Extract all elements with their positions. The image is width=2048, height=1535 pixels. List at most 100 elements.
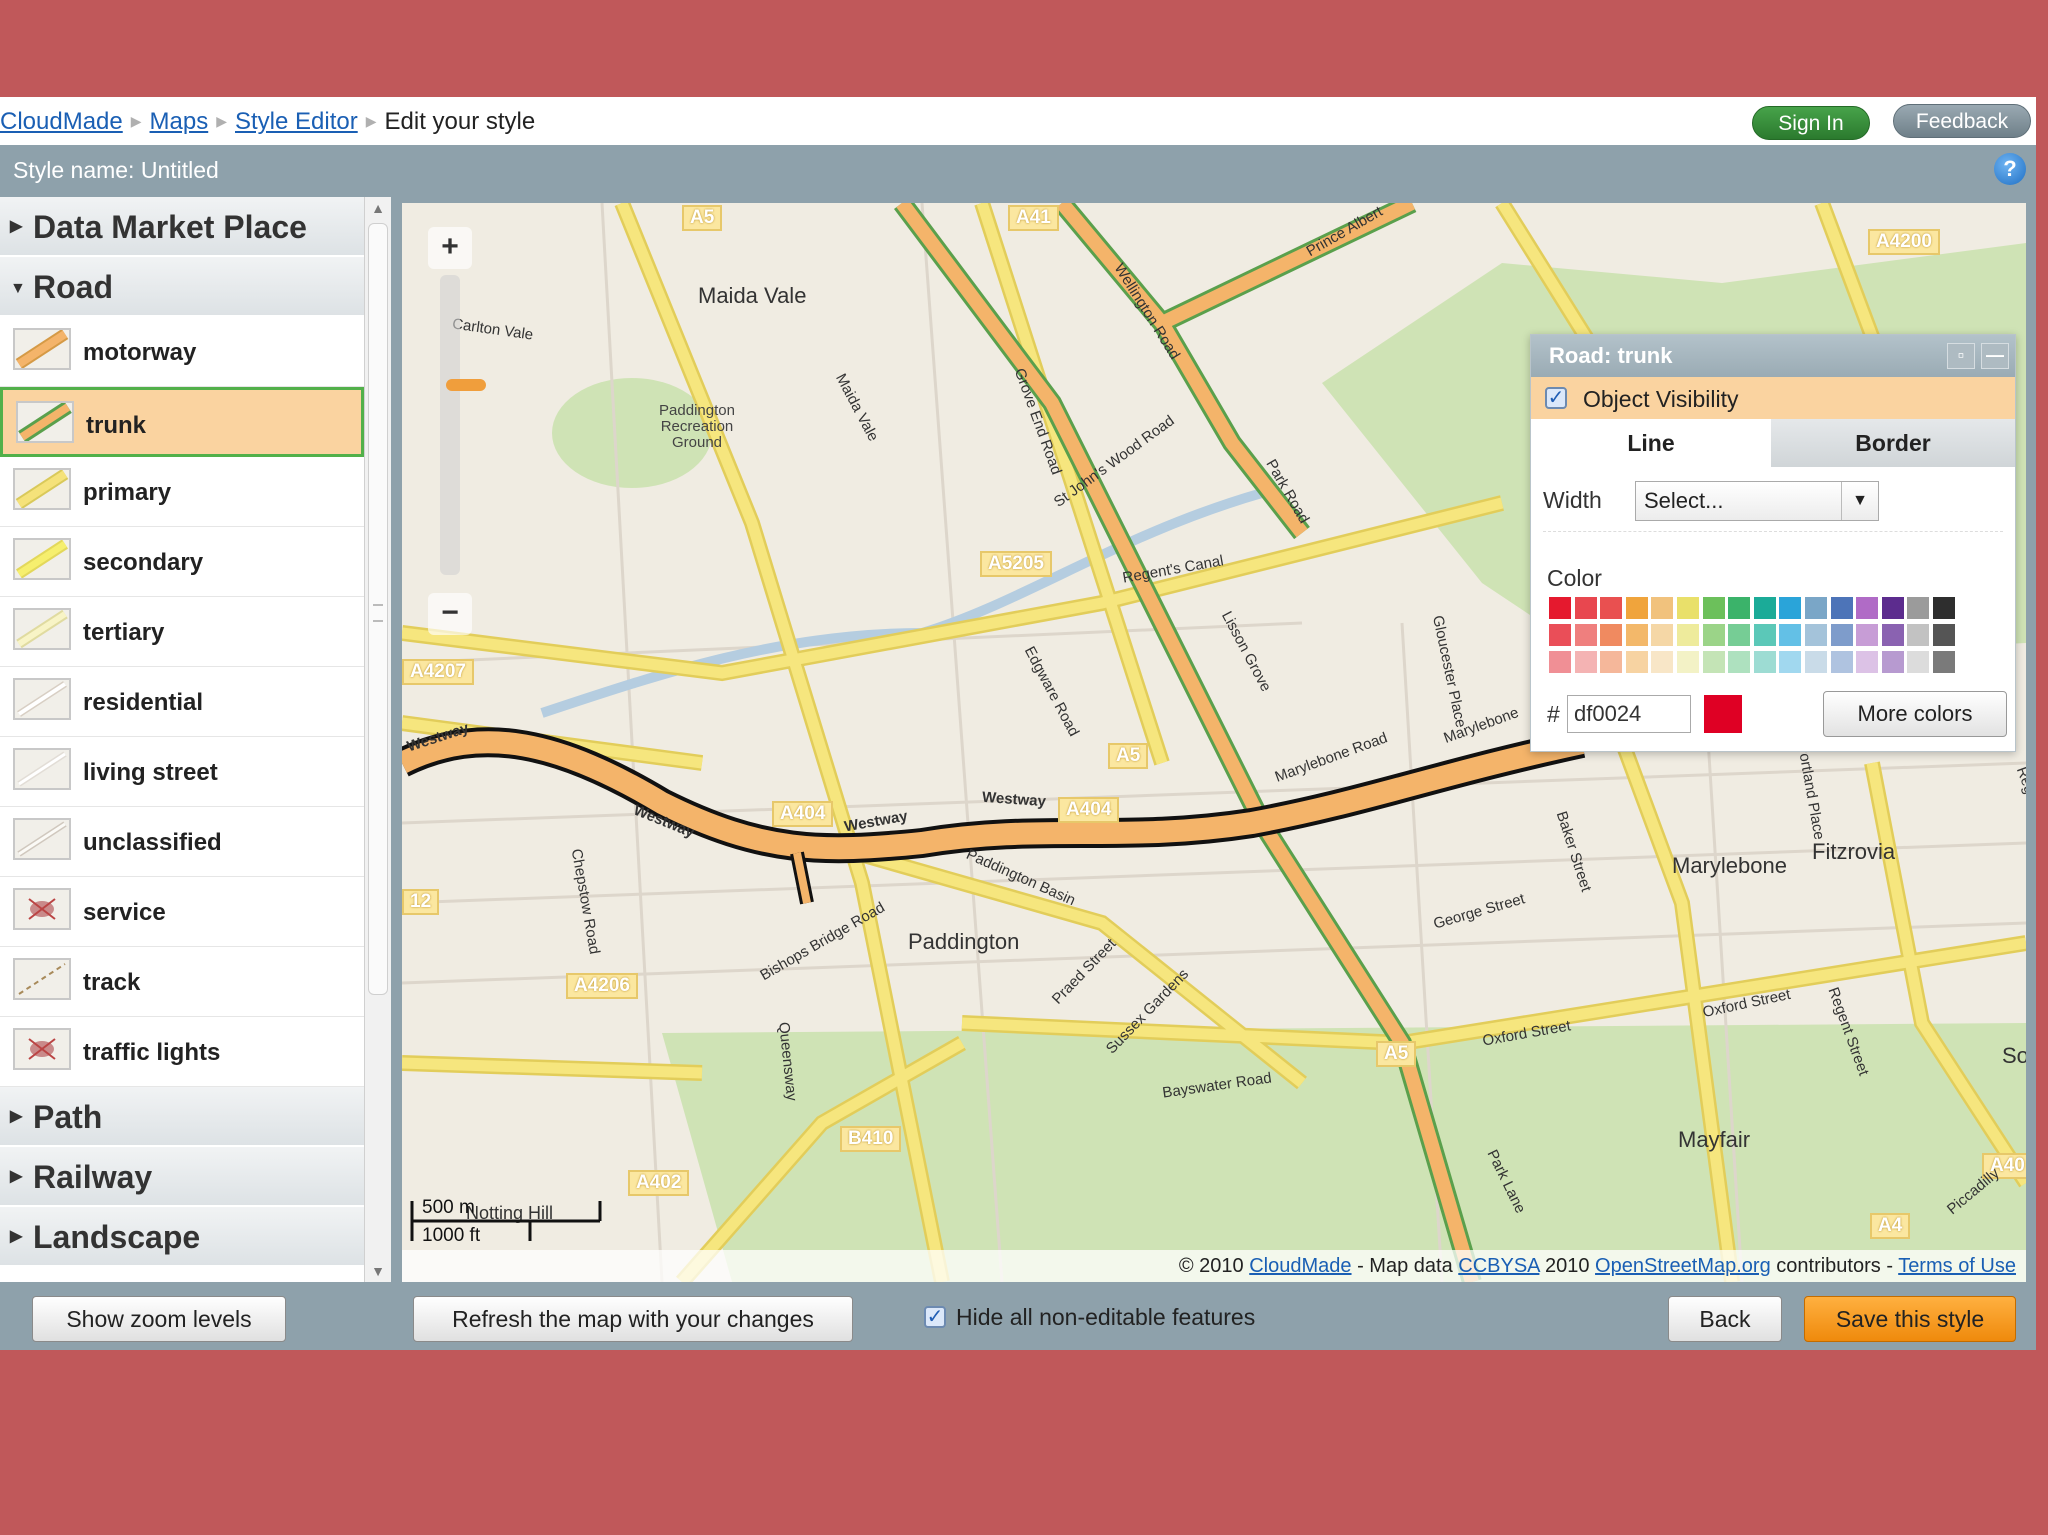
road-item-residential[interactable]: residential bbox=[0, 667, 364, 737]
palette-color-cell[interactable] bbox=[1753, 624, 1776, 646]
palette-color-cell[interactable] bbox=[1651, 651, 1674, 673]
palette-color-cell[interactable] bbox=[1651, 597, 1674, 619]
palette-color-cell[interactable] bbox=[1881, 624, 1904, 646]
road-shield: A404 bbox=[772, 801, 834, 827]
palette-color-cell[interactable] bbox=[1574, 624, 1597, 646]
category-railway[interactable]: ▶ Railway bbox=[0, 1147, 364, 1207]
palette-color-cell[interactable] bbox=[1753, 651, 1776, 673]
palette-color-cell[interactable] bbox=[1907, 651, 1930, 673]
palette-color-cell[interactable] bbox=[1677, 624, 1699, 646]
palette-color-cell[interactable] bbox=[1600, 597, 1623, 619]
palette-color-cell[interactable] bbox=[1728, 597, 1751, 619]
hide-non-editable-checkbox[interactable]: ✓ bbox=[924, 1306, 946, 1328]
tab-line[interactable]: Line bbox=[1531, 419, 1771, 467]
map-view[interactable]: A5 A41 A4200 A5205 A4207 A404 A404 A5 A4… bbox=[402, 203, 2026, 1282]
palette-color-cell[interactable] bbox=[1856, 597, 1879, 619]
palette-color-cell[interactable] bbox=[1933, 624, 1955, 646]
openstreetmap-link[interactable]: OpenStreetMap.org bbox=[1595, 1255, 1771, 1277]
palette-color-cell[interactable] bbox=[1805, 624, 1827, 646]
palette-color-cell[interactable] bbox=[1881, 597, 1904, 619]
palette-color-cell[interactable] bbox=[1933, 651, 1955, 673]
road-item-track[interactable]: track bbox=[0, 947, 364, 1017]
breadcrumb-cloudmade[interactable]: CloudMade bbox=[0, 108, 123, 135]
palette-color-cell[interactable] bbox=[1549, 624, 1571, 646]
scrollbar-thumb[interactable] bbox=[368, 223, 388, 995]
help-icon[interactable]: ? bbox=[1994, 153, 2026, 185]
palette-color-cell[interactable] bbox=[1574, 597, 1597, 619]
minimize-icon[interactable]: — bbox=[1981, 343, 2009, 369]
category-data-market-place[interactable]: ▶ Data Market Place bbox=[0, 197, 364, 257]
road-item-primary[interactable]: primary bbox=[0, 457, 364, 527]
palette-color-cell[interactable] bbox=[1574, 651, 1597, 673]
more-colors-button[interactable]: More colors bbox=[1823, 691, 2007, 737]
palette-color-cell[interactable] bbox=[1856, 651, 1879, 673]
scroll-up-icon[interactable]: ▲ bbox=[365, 197, 391, 219]
palette-color-cell[interactable] bbox=[1549, 597, 1571, 619]
palette-color-cell[interactable] bbox=[1728, 651, 1751, 673]
back-button[interactable]: Back bbox=[1668, 1296, 1782, 1342]
tab-border[interactable]: Border bbox=[1771, 419, 2015, 467]
tree-scrollbar[interactable]: ▲ ▼ bbox=[364, 197, 391, 1282]
feedback-button[interactable]: Feedback bbox=[1893, 104, 2031, 138]
show-zoom-levels-button[interactable]: Show zoom levels bbox=[32, 1296, 286, 1342]
palette-color-cell[interactable] bbox=[1805, 651, 1827, 673]
zoom-out-button[interactable]: − bbox=[428, 593, 472, 635]
palette-color-cell[interactable] bbox=[1677, 651, 1699, 673]
palette-color-cell[interactable] bbox=[1753, 597, 1776, 619]
zoom-in-button[interactable]: + bbox=[428, 227, 472, 269]
visibility-checkbox[interactable]: ✓ bbox=[1545, 387, 1567, 409]
breadcrumb-maps[interactable]: Maps bbox=[150, 108, 209, 135]
palette-color-cell[interactable] bbox=[1702, 624, 1725, 646]
palette-color-cell[interactable] bbox=[1779, 597, 1802, 619]
road-item-living-street[interactable]: living street bbox=[0, 737, 364, 807]
road-item-traffic-lights[interactable]: traffic lights bbox=[0, 1017, 364, 1087]
palette-color-cell[interactable] bbox=[1728, 624, 1751, 646]
scroll-down-icon[interactable]: ▼ bbox=[365, 1260, 391, 1282]
category-path[interactable]: ▶ Path bbox=[0, 1087, 364, 1147]
breadcrumb-style-editor[interactable]: Style Editor bbox=[235, 108, 358, 135]
palette-color-cell[interactable] bbox=[1625, 651, 1648, 673]
category-landscape[interactable]: ▶ Landscape bbox=[0, 1207, 364, 1267]
palette-color-cell[interactable] bbox=[1907, 624, 1930, 646]
palette-color-cell[interactable] bbox=[1907, 597, 1930, 619]
road-item-tertiary[interactable]: tertiary bbox=[0, 597, 364, 667]
cloudmade-link[interactable]: CloudMade bbox=[1249, 1255, 1351, 1277]
palette-color-cell[interactable] bbox=[1625, 597, 1648, 619]
dropdown-arrow-icon[interactable]: ▼ bbox=[1841, 482, 1878, 520]
palette-color-cell[interactable] bbox=[1625, 624, 1648, 646]
terms-of-use-link[interactable]: Terms of Use bbox=[1898, 1255, 2016, 1277]
palette-color-cell[interactable] bbox=[1702, 651, 1725, 673]
restore-icon[interactable]: ▫ bbox=[1947, 343, 1975, 369]
palette-color-cell[interactable] bbox=[1805, 597, 1827, 619]
object-visibility-row[interactable]: ✓ Object Visibility bbox=[1531, 377, 2015, 419]
road-item-secondary[interactable]: secondary bbox=[0, 527, 364, 597]
palette-color-cell[interactable] bbox=[1830, 624, 1853, 646]
palette-color-cell[interactable] bbox=[1600, 624, 1623, 646]
palette-color-cell[interactable] bbox=[1933, 597, 1955, 619]
palette-color-cell[interactable] bbox=[1549, 651, 1571, 673]
hex-color-input[interactable]: df0024 bbox=[1567, 695, 1691, 733]
road-item-service[interactable]: service bbox=[0, 877, 364, 947]
palette-color-cell[interactable] bbox=[1830, 651, 1853, 673]
palette-color-cell[interactable] bbox=[1779, 624, 1802, 646]
zoom-slider-handle[interactable] bbox=[446, 379, 486, 391]
zoom-slider[interactable] bbox=[440, 275, 486, 575]
palette-color-cell[interactable] bbox=[1677, 597, 1699, 619]
palette-color-cell[interactable] bbox=[1600, 651, 1623, 673]
palette-color-cell[interactable] bbox=[1881, 651, 1904, 673]
palette-color-cell[interactable] bbox=[1702, 597, 1725, 619]
width-select[interactable]: Select... ▼ bbox=[1635, 481, 1879, 521]
road-item-trunk[interactable]: trunk bbox=[0, 387, 364, 457]
palette-color-cell[interactable] bbox=[1651, 624, 1674, 646]
refresh-map-button[interactable]: Refresh the map with your changes bbox=[413, 1296, 853, 1342]
road-item-unclassified[interactable]: unclassified bbox=[0, 807, 364, 877]
save-style-button[interactable]: Save this style bbox=[1804, 1296, 2016, 1342]
panel-title-bar[interactable]: Road: trunk ▫ — bbox=[1531, 335, 2015, 377]
road-item-motorway[interactable]: motorway bbox=[0, 317, 364, 387]
sign-in-button[interactable]: Sign In bbox=[1752, 106, 1870, 140]
palette-color-cell[interactable] bbox=[1779, 651, 1802, 673]
palette-color-cell[interactable] bbox=[1856, 624, 1879, 646]
palette-color-cell[interactable] bbox=[1830, 597, 1853, 619]
category-road[interactable]: ▼ Road bbox=[0, 257, 364, 317]
ccbysa-link[interactable]: CCBYSA bbox=[1458, 1255, 1539, 1277]
